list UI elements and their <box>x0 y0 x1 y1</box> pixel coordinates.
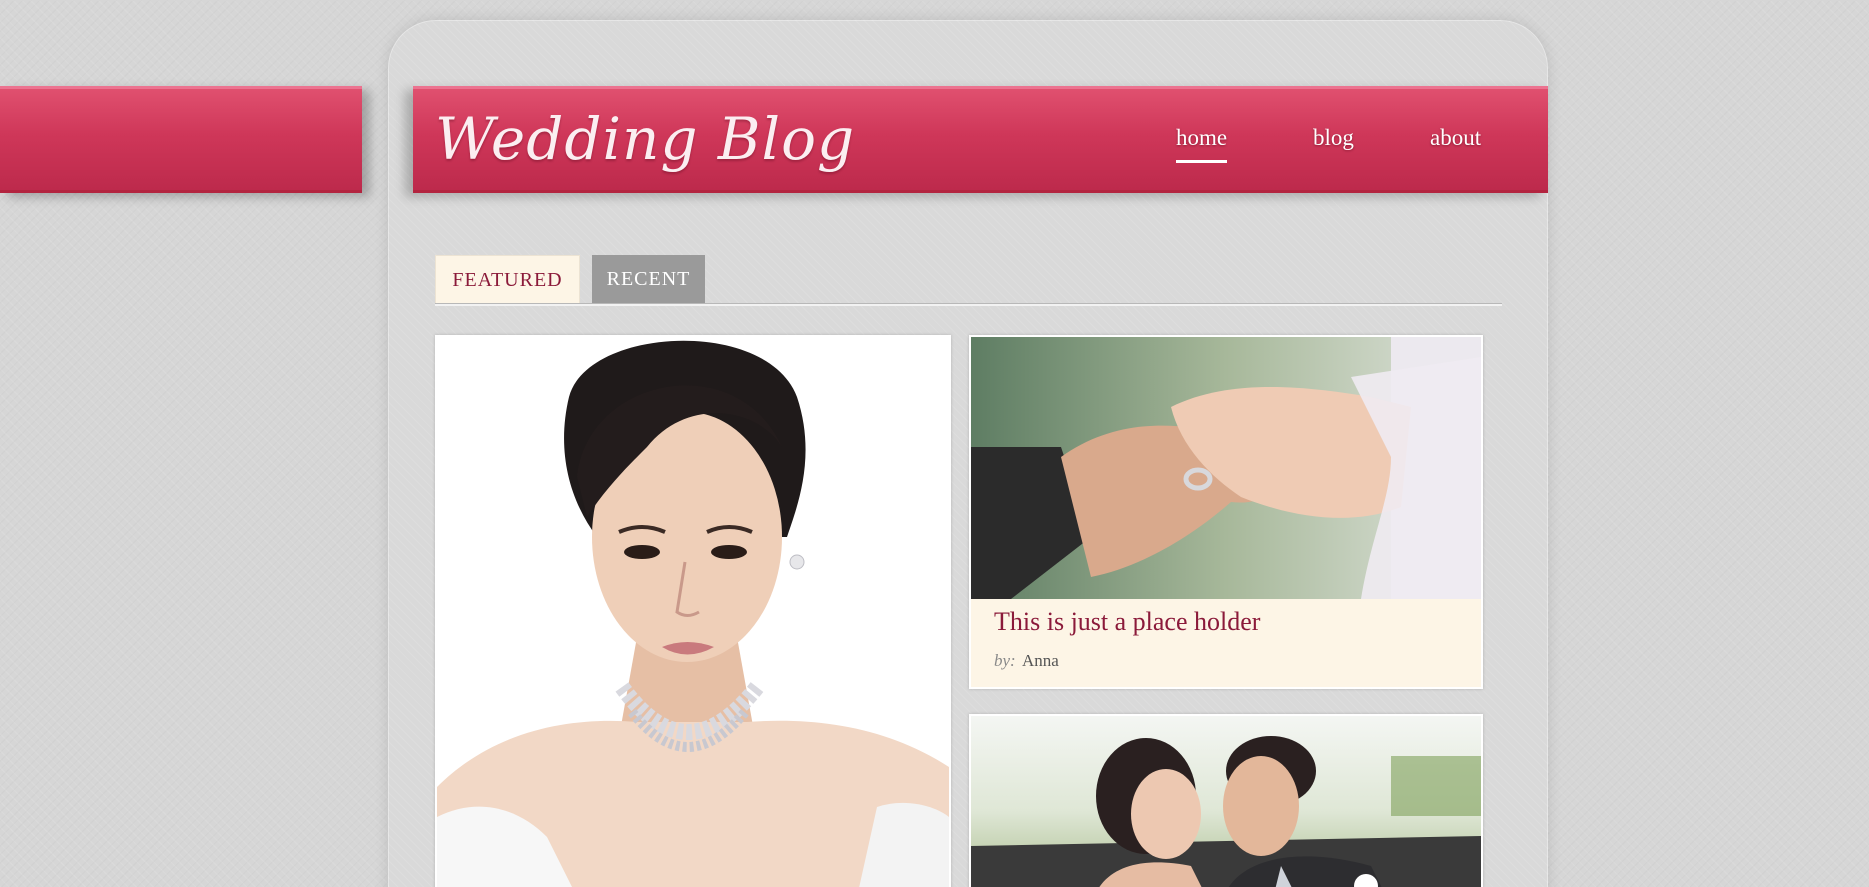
tabs-divider <box>435 303 1502 306</box>
couple-image[interactable] <box>971 716 1481 887</box>
featured-post-card[interactable] <box>435 335 951 887</box>
post-caption: This is just a place holder by: Anna <box>971 599 1481 687</box>
bride-portrait-image[interactable] <box>437 337 949 887</box>
post-card-2[interactable] <box>969 714 1483 887</box>
ring-exchange-image[interactable] <box>971 337 1481 599</box>
post-author[interactable]: Anna <box>1022 651 1059 671</box>
post-title[interactable]: This is just a place holder <box>994 607 1260 637</box>
nav-about[interactable]: about <box>1430 125 1481 159</box>
post-card[interactable]: This is just a place holder by: Anna <box>969 335 1483 689</box>
tab-featured[interactable]: FEATURED <box>435 255 580 304</box>
post-by-label: by: <box>994 651 1016 670</box>
nav-blog[interactable]: blog <box>1313 125 1354 159</box>
site-logo[interactable]: Wedding Blog <box>435 96 855 182</box>
left-header-band <box>0 86 362 193</box>
tab-recent[interactable]: RECENT <box>592 255 705 304</box>
nav-home[interactable]: home <box>1176 125 1228 163</box>
